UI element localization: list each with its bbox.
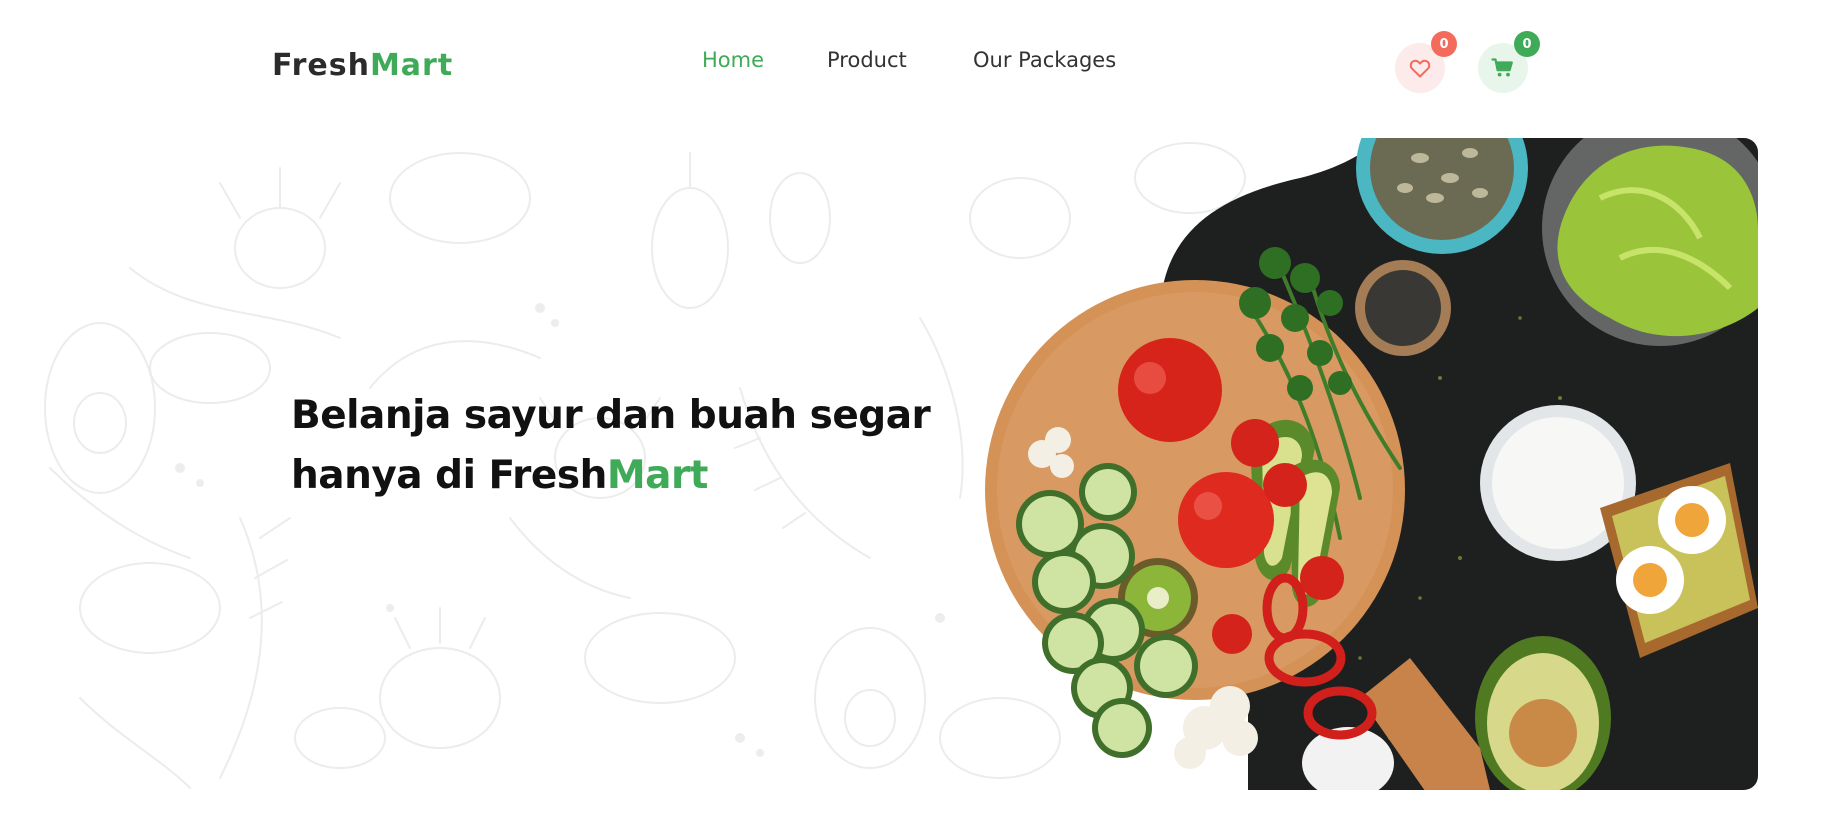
cart-icon (1491, 58, 1513, 77)
hero-headline-line2-prefix: hanya di (291, 453, 489, 498)
wishlist-count-badge: 0 (1431, 31, 1457, 57)
nav-item-our-packages[interactable]: Our Packages (973, 48, 1116, 72)
cart-button[interactable]: 0 (1478, 31, 1540, 93)
cart-count-badge: 0 (1514, 31, 1540, 57)
wishlist-button[interactable]: 0 (1395, 31, 1457, 93)
hero-headline-brand-fresh: Fresh (488, 453, 608, 498)
heart-icon (1409, 59, 1431, 78)
nav-item-product[interactable]: Product (827, 48, 907, 72)
hero-headline: Belanja sayur dan buah segar hanya di Fr… (291, 386, 931, 506)
logo-text-mart: Mart (369, 48, 454, 83)
hero-headline-brand-mart: Mart (606, 453, 709, 498)
nav-item-home[interactable]: Home (702, 48, 764, 72)
hero-headline-line1: Belanja sayur dan buah segar (291, 393, 931, 438)
brand-logo[interactable]: FreshMart (272, 48, 453, 83)
logo-text-fresh: Fresh (272, 48, 370, 83)
hero-banner: Belanja sayur dan buah segar hanya di Fr… (40, 138, 1758, 790)
